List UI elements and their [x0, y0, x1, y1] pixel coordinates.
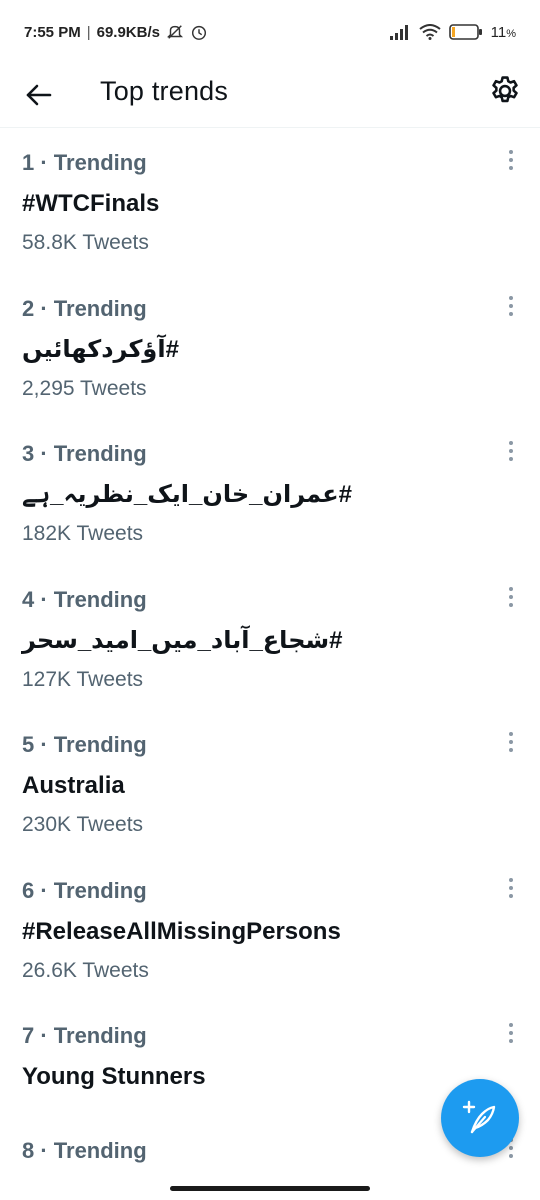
status-time: 7:55 PM: [24, 23, 81, 41]
header: Top trends: [0, 64, 540, 128]
trends-list: 1 · Trending #WTCFinals 58.8K Tweets 2 ·…: [0, 128, 540, 1176]
trend-name: #عمران_خان_ایک_نظریہ_ہے: [22, 481, 352, 508]
trend-count: 230K Tweets: [22, 813, 144, 836]
more-vertical-icon: [509, 877, 513, 882]
trend-item[interactable]: 1 · Trending #WTCFinals 58.8K Tweets: [0, 128, 540, 274]
more-vertical-icon: [509, 1023, 513, 1027]
settings-button[interactable]: [488, 74, 522, 108]
trend-meta: 8 · Trending: [22, 1138, 147, 1163]
trend-name: Australia: [22, 772, 125, 799]
battery-value: 11: [490, 23, 507, 41]
trend-count: 26.6K Tweets: [22, 958, 149, 982]
trend-name: Young Stunners: [22, 1063, 206, 1090]
alarm-icon: [191, 25, 207, 40]
gear-icon: [492, 76, 518, 103]
status-left: 7:55 PM | 69.9KB/s: [24, 23, 208, 41]
more-vertical-icon: [509, 150, 513, 154]
home-indicator[interactable]: [170, 1186, 370, 1191]
trend-meta: 2 · Trending: [22, 295, 147, 321]
trend-name: #WTCFinals: [22, 190, 160, 217]
trend-meta: 7 · Trending: [22, 1023, 147, 1048]
trend-name: #شجاع_آباد_میں_امید_سحر: [22, 626, 343, 654]
more-vertical-icon: [509, 441, 513, 445]
more-options-button[interactable]: [504, 732, 518, 754]
feather-plus-icon: [462, 1100, 496, 1134]
status-separator: |: [86, 23, 91, 41]
wifi-icon: [419, 24, 441, 40]
mute-icon: [166, 25, 184, 39]
more-vertical-icon: [509, 732, 513, 736]
battery-percent: 11%: [490, 23, 516, 41]
trend-count: 2,295 Tweets: [22, 376, 147, 400]
more-vertical-icon: [509, 295, 513, 300]
status-network-speed: 69.9KB/s: [96, 23, 160, 41]
trend-count: 58.8K Tweets: [22, 231, 149, 254]
trend-item[interactable]: 6 · Trending #ReleaseAllMissingPersons 2…: [0, 856, 540, 1002]
more-options-button[interactable]: [504, 586, 518, 609]
arrow-left-icon: [26, 84, 52, 106]
battery-icon: [448, 24, 482, 40]
more-options-button[interactable]: [504, 150, 518, 172]
status-bar: 7:55 PM | 69.9KB/s 11%: [0, 0, 540, 64]
trend-meta: 5 · Trending: [22, 732, 147, 757]
signal-icon: [389, 25, 408, 40]
trend-item[interactable]: 5 · Trending Australia 230K Tweets: [0, 710, 540, 856]
trend-meta: 1 · Trending: [22, 150, 147, 175]
trend-count: 127K Tweets: [22, 667, 144, 691]
more-options-button[interactable]: [504, 1023, 518, 1045]
more-vertical-icon: [509, 586, 513, 591]
trend-meta: 3 · Trending: [22, 441, 147, 466]
trend-meta: 4 · Trending: [22, 586, 147, 612]
more-options-button[interactable]: [504, 441, 518, 463]
trend-item[interactable]: 2 · Trending #آؤکردکھائیں 2,295 Tweets: [0, 274, 540, 420]
trend-item[interactable]: 3 · Trending #عمران_خان_ایک_نظریہ_ہے 182…: [0, 419, 540, 565]
compose-tweet-button[interactable]: [441, 1079, 519, 1157]
trend-item[interactable]: 4 · Trending #شجاع_آباد_میں_امید_سحر 127…: [0, 565, 540, 711]
trend-name: #آؤکردکھائیں: [22, 335, 179, 363]
status-right: 11%: [389, 24, 516, 41]
trend-name: #ReleaseAllMissingPersons: [22, 917, 341, 945]
back-button[interactable]: [22, 78, 56, 112]
more-options-button[interactable]: [504, 295, 518, 318]
trend-meta: 6 · Trending: [22, 877, 147, 903]
trend-count: 182K Tweets: [22, 522, 144, 545]
more-options-button[interactable]: [504, 877, 518, 900]
page-title: Top trends: [100, 76, 229, 106]
